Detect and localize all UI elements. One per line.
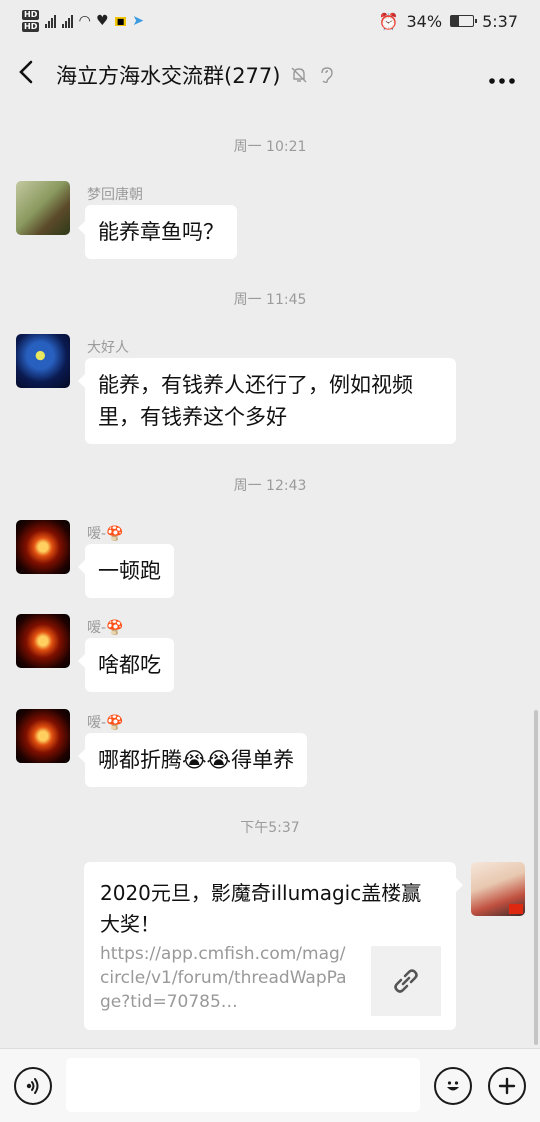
sender-name: 嗳-🍄 xyxy=(87,715,124,731)
avatar[interactable] xyxy=(16,181,70,235)
status-left: HD HD ◠ ♥ ■ ➤ xyxy=(22,9,144,33)
message-line: 里，有钱养这个多好 xyxy=(98,405,287,429)
link-title: 2020元旦，影魔奇illumagic盖楼赢大奖！ xyxy=(100,881,422,936)
input-bar xyxy=(0,1048,540,1122)
message-line: 哪都折腾😭😭得单养 xyxy=(98,748,295,772)
sender-name: 梦回唐朝 xyxy=(87,187,143,203)
avatar[interactable] xyxy=(16,614,70,668)
avatar[interactable] xyxy=(471,862,525,916)
timestamp: 下午5:37 xyxy=(240,820,300,836)
signal-icon-2 xyxy=(62,14,74,28)
message-line: 一顿跑 xyxy=(98,559,161,583)
link-url: https://app.cmfish.com/mag/circle/v1/for… xyxy=(100,944,347,1012)
battery-percent: 34% xyxy=(406,11,443,31)
avatar[interactable] xyxy=(16,520,70,574)
sender-name: 嗳-🍄 xyxy=(87,620,124,636)
status-right: ⏰ 34% 5:37 xyxy=(379,12,518,31)
avatar[interactable] xyxy=(16,709,70,763)
clock: 5:37 xyxy=(482,11,518,31)
hd-icon: HD HD xyxy=(22,10,40,32)
message-line: 能养章鱼吗？ xyxy=(98,220,224,244)
timestamp: 周一 11:45 xyxy=(233,292,307,308)
add-icon[interactable] xyxy=(488,1067,526,1105)
ear-icon xyxy=(321,67,334,84)
message-bubble[interactable]: 啥都吃 xyxy=(78,638,174,692)
timestamp: 周一 10:21 xyxy=(233,139,307,155)
scrollbar[interactable] xyxy=(534,710,538,1045)
heart-rate-icon: ♥ xyxy=(96,13,109,29)
message-bubble[interactable]: 一顿跑 xyxy=(78,544,174,598)
chat-header: 海立方海水交流群(277) xyxy=(0,42,540,108)
message-bubble[interactable]: 哪都折腾😭😭得单养 xyxy=(77,733,308,787)
link-icon xyxy=(371,946,441,1016)
more-icon[interactable] xyxy=(488,62,516,92)
wifi-icon: ◠ xyxy=(79,13,91,29)
status-bar: HD HD ◠ ♥ ■ ➤ ⏰ 34% 5:37 xyxy=(0,0,540,42)
back-arrow-icon[interactable] xyxy=(16,59,52,91)
timestamp: 周一 12:43 xyxy=(233,478,307,494)
message-bubble[interactable]: 能养章鱼吗？ xyxy=(78,205,237,259)
bell-off-icon xyxy=(291,67,307,83)
voice-icon[interactable] xyxy=(14,1067,52,1105)
header-status-icons xyxy=(290,66,334,84)
chat-title: 海立方海水交流群(277) xyxy=(56,64,281,88)
message-input[interactable] xyxy=(66,1058,420,1112)
emoji-icon[interactable] xyxy=(434,1067,472,1105)
sender-name: 大好人 xyxy=(87,340,129,356)
flag-icon xyxy=(509,904,523,914)
message-bubble[interactable]: 能养，有钱养人还行了，例如视频 里，有钱养这个多好 xyxy=(78,358,456,444)
sender-name: 嗳-🍄 xyxy=(87,526,124,542)
send-icon: ➤ xyxy=(132,13,144,29)
battery-icon xyxy=(450,15,478,27)
message-line: 能养，有钱养人还行了，例如视频 xyxy=(98,373,413,397)
app-notification-icon: ■ xyxy=(114,16,127,26)
alarm-icon: ⏰ xyxy=(378,11,399,31)
link-card[interactable]: 2020元旦，影魔奇illumagic盖楼赢大奖！ https://app.cm… xyxy=(84,862,463,1030)
signal-icon xyxy=(45,14,57,28)
message-line: 啥都吃 xyxy=(98,653,161,677)
avatar[interactable] xyxy=(16,334,70,388)
